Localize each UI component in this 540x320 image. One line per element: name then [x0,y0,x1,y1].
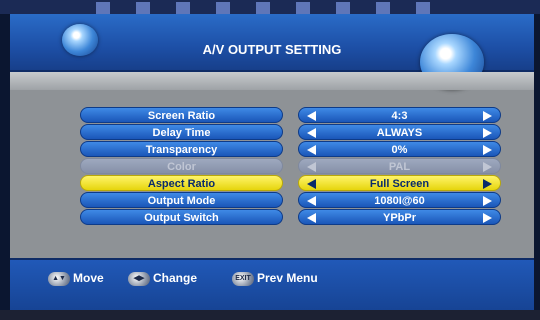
setting-label[interactable]: Screen Ratio [80,107,283,123]
help-prev-menu: EXIT Prev Menu [232,269,318,287]
setting-label[interactable]: Delay Time [80,124,283,140]
arrow-left-icon[interactable] [307,179,316,189]
setting-value: PAL [388,161,411,173]
arrow-right-icon[interactable] [483,213,492,223]
setting-label[interactable]: Output Mode [80,192,283,208]
setting-value: 0% [391,144,408,156]
arrow-left-icon[interactable] [307,196,316,206]
arrow-left-icon[interactable] [307,145,316,155]
setting-value-selector[interactable]: 4:3 [298,107,501,123]
menu-row-output-switch[interactable]: Output Switch YPbPr [80,209,510,225]
setting-value: 1080I@60 [374,195,425,207]
bottom-frame [0,310,540,320]
help-change-label: Change [153,271,198,285]
setting-value-selector[interactable]: Full Screen [298,175,501,191]
top-frame [0,0,540,14]
arrow-left-icon[interactable] [307,111,316,121]
left-right-arrows-icon: ◀▶ [128,271,150,286]
help-move-label: Move [73,271,104,285]
header-shadow-band [10,72,534,90]
arrow-right-icon[interactable] [483,111,492,121]
arrow-right-icon[interactable] [483,179,492,189]
exit-button-icon: EXIT [232,271,254,286]
up-down-arrows-icon: ▲▼ [48,271,70,286]
arrow-right-icon[interactable] [483,145,492,155]
setting-value-selector[interactable]: 1080I@60 [298,192,501,208]
arrow-left-icon[interactable] [307,128,316,138]
arrow-left-icon [307,162,316,172]
setting-value-selector[interactable]: ALWAYS [298,124,501,140]
setting-value: YPbPr [382,212,416,224]
arrow-left-icon[interactable] [307,213,316,223]
setting-value-selector: PAL [298,158,501,174]
menu-row-color: Color PAL [80,158,510,174]
help-prev-menu-label: Prev Menu [257,271,318,285]
setting-label[interactable]: Output Switch [80,209,283,225]
setting-label[interactable]: Transparency [80,141,283,157]
setting-value: ALWAYS [376,127,423,139]
setting-value: 4:3 [391,110,408,122]
setting-value: Full Screen [369,178,430,190]
menu-row-aspect-ratio[interactable]: Aspect Ratio Full Screen [80,175,510,191]
setting-value-selector[interactable]: YPbPr [298,209,501,225]
setting-label: Color [80,158,283,174]
osd-screen: A/V OUTPUT SETTING Screen Ratio 4:3 Dela… [10,14,534,310]
menu-row-screen-ratio[interactable]: Screen Ratio 4:3 [80,107,510,123]
help-move: ▲▼ Move [48,269,104,287]
menu-row-output-mode[interactable]: Output Mode 1080I@60 [80,192,510,208]
menu-row-delay-time[interactable]: Delay Time ALWAYS [80,124,510,140]
menu-row-transparency[interactable]: Transparency 0% [80,141,510,157]
setting-label[interactable]: Aspect Ratio [80,175,283,191]
setting-value-selector[interactable]: 0% [298,141,501,157]
arrow-right-icon [483,162,492,172]
help-bar: ▲▼ Move ◀▶ Change EXIT Prev Menu [10,258,534,310]
help-change: ◀▶ Change [128,269,197,287]
arrow-right-icon[interactable] [483,196,492,206]
arrow-right-icon[interactable] [483,128,492,138]
